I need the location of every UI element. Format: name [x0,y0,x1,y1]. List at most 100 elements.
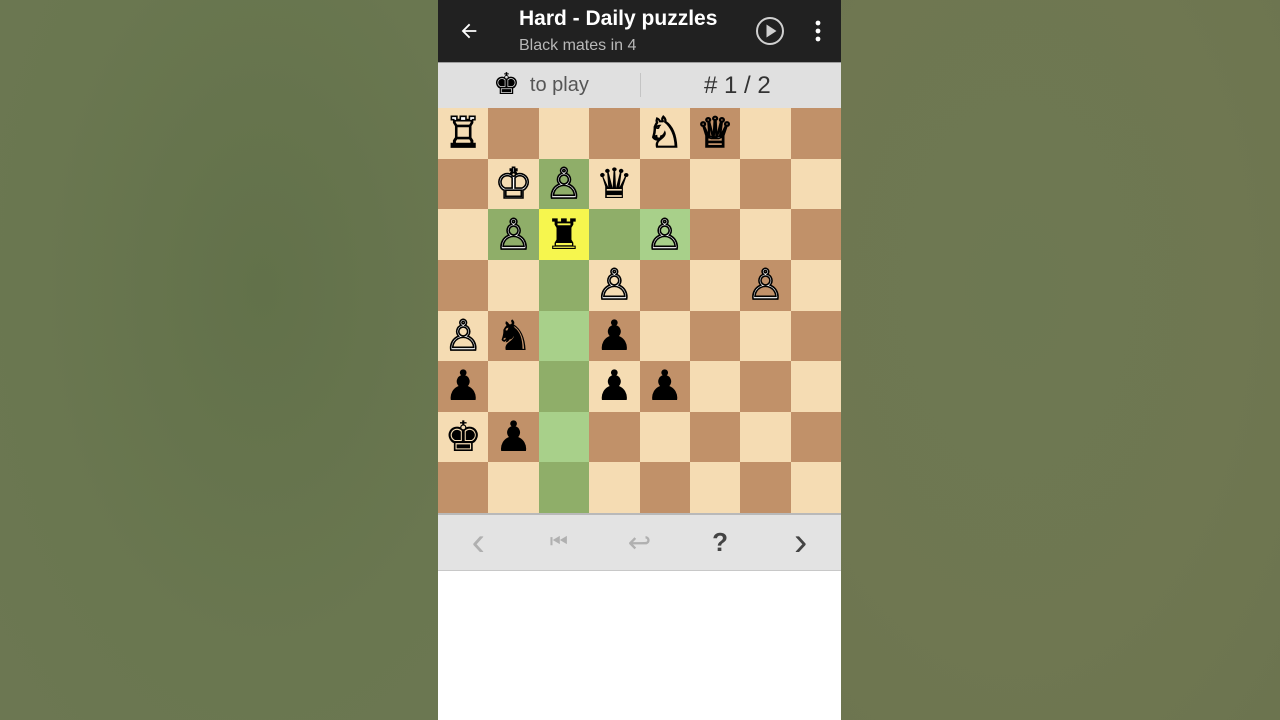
square-c2[interactable] [538,411,590,463]
next-button[interactable]: › [760,515,841,570]
square-d7[interactable]: ♛ [589,158,640,210]
square-a8[interactable]: ♖ [438,108,489,159]
play-circle-icon [756,17,784,45]
square-e5[interactable] [639,259,690,311]
black-pawn-icon[interactable]: ♟ [595,314,633,357]
undo-button[interactable]: ↩ [599,515,680,570]
square-g7[interactable] [740,158,791,210]
square-e7[interactable] [639,158,690,210]
back-button[interactable] [452,14,486,48]
square-a2[interactable]: ♚ [438,411,489,463]
black-rook-icon[interactable]: ♜ [545,213,583,256]
square-a5[interactable] [438,259,489,311]
square-h1[interactable] [790,462,841,513]
first-move-button[interactable]: ⏮ [519,515,600,570]
square-c6[interactable]: ♜ [538,209,590,260]
square-g2[interactable] [740,411,791,463]
square-a4[interactable]: ♙ [438,310,489,362]
square-h5[interactable] [790,259,841,311]
square-g1[interactable] [740,462,791,513]
square-e2[interactable] [639,411,690,463]
square-c3[interactable] [538,361,590,412]
white-pawn-icon[interactable]: ♙ [444,314,483,358]
square-d8[interactable] [589,108,640,159]
white-pawn-icon[interactable]: ♙ [544,162,583,206]
page-title: Hard - Daily puzzles [519,7,718,30]
square-f2[interactable] [689,411,741,463]
black-pawn-icon[interactable]: ♟ [595,365,633,407]
square-c4[interactable] [538,310,590,362]
white-rook-icon[interactable]: ♖ [444,111,483,155]
square-b2[interactable]: ♟ [488,411,539,463]
square-f8[interactable]: ♕ [689,108,741,159]
square-g8[interactable] [740,108,791,159]
square-e6[interactable]: ♙ [639,209,690,260]
square-g3[interactable] [740,361,791,412]
chevron-left-icon: ‹ [471,520,485,564]
square-g5[interactable]: ♙ [740,259,791,311]
white-queen-icon[interactable]: ♕ [695,111,734,155]
chess-board[interactable]: ♖ ♘ ♕ ♔ ♙ ♛ ♙ ♜ ♙ ♙ ♙ ♙ ♞ ♟ ♟ ♟ ♟ ♚ ♟ [438,108,841,513]
square-f6[interactable] [689,209,741,260]
white-pawn-icon[interactable]: ♙ [746,263,785,307]
square-b8[interactable] [488,108,539,159]
square-b6[interactable]: ♙ [488,209,539,260]
arrow-left-icon [461,23,477,39]
black-knight-icon[interactable]: ♞ [495,314,533,357]
square-g4[interactable] [740,310,791,362]
square-b7[interactable]: ♔ [488,158,539,210]
square-f7[interactable] [689,158,741,210]
square-h8[interactable] [790,108,841,159]
more-options-button[interactable] [806,15,830,47]
square-b4[interactable]: ♞ [488,310,539,362]
white-pawn-icon[interactable]: ♙ [494,212,533,256]
square-a6[interactable] [438,209,489,260]
black-pawn-icon[interactable]: ♟ [646,365,684,407]
square-d5[interactable]: ♙ [589,259,640,311]
square-f4[interactable] [689,310,741,362]
black-pawn-icon[interactable]: ♟ [444,365,482,407]
square-b1[interactable] [488,462,539,513]
black-king-icon[interactable]: ♚ [444,416,482,458]
square-d1[interactable] [589,462,640,513]
square-c8[interactable] [538,108,590,159]
square-e4[interactable] [639,310,690,362]
square-e8[interactable]: ♘ [639,108,690,159]
square-h2[interactable] [790,411,841,463]
previous-button[interactable]: ‹ [438,515,519,570]
square-e3[interactable]: ♟ [639,361,690,412]
black-pawn-icon[interactable]: ♟ [495,416,533,458]
square-d4[interactable]: ♟ [589,310,640,362]
square-b3[interactable] [488,361,539,412]
skip-to-start-icon: ⏮ [549,531,568,553]
status-bar: ♚ to play # 1 / 2 [438,62,841,108]
square-b5[interactable] [488,259,539,311]
divider [640,73,641,97]
square-a7[interactable] [438,158,489,210]
square-g6[interactable] [740,209,791,260]
square-d2[interactable] [589,411,640,463]
square-c1[interactable] [538,462,590,513]
black-queen-icon[interactable]: ♛ [595,162,633,205]
square-c7[interactable]: ♙ [538,158,590,210]
square-a3[interactable]: ♟ [438,361,489,412]
square-h4[interactable] [790,310,841,362]
square-h6[interactable] [790,209,841,260]
square-f1[interactable] [689,462,741,513]
square-e1[interactable] [639,462,690,513]
square-f3[interactable] [689,361,741,412]
white-pawn-icon[interactable]: ♙ [595,263,634,307]
white-knight-icon[interactable]: ♘ [645,111,684,155]
square-h3[interactable] [790,361,841,412]
square-a1[interactable] [438,462,489,513]
hint-button[interactable]: ? [680,515,761,570]
question-mark-icon: ? [712,527,729,557]
square-f5[interactable] [689,259,741,311]
square-h7[interactable] [790,158,841,210]
white-king-icon[interactable]: ♔ [494,162,533,206]
play-button[interactable] [754,15,786,47]
square-d3[interactable]: ♟ [589,361,640,412]
white-pawn-icon[interactable]: ♙ [645,212,684,256]
square-c5[interactable] [538,259,590,311]
square-d6[interactable] [589,209,640,260]
